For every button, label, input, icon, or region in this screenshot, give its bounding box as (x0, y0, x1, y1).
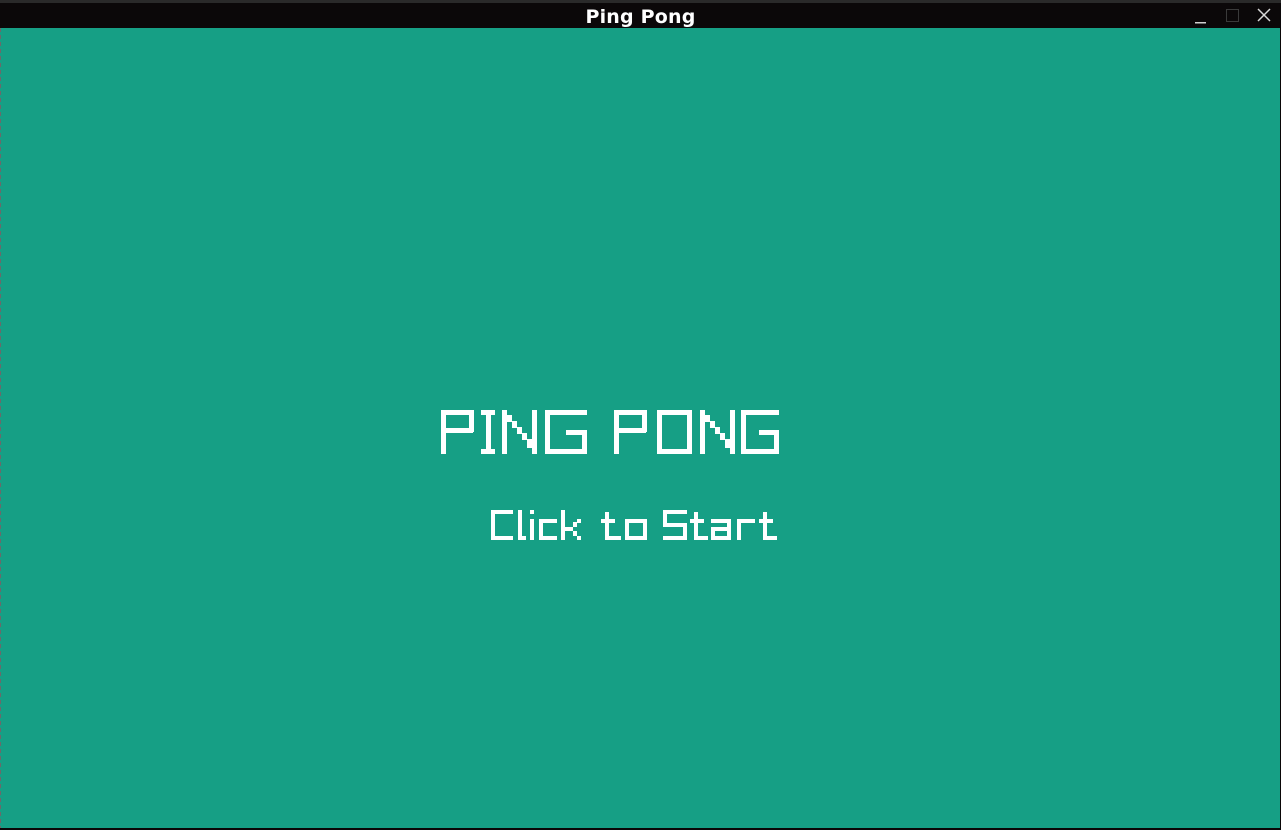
minimize-icon (1195, 22, 1206, 24)
minimize-button[interactable] (1190, 6, 1212, 26)
game-title-pixels (441, 410, 779, 454)
close-icon (1257, 8, 1271, 22)
title-bar[interactable]: Ping Pong (0, 0, 1281, 28)
maximize-icon (1226, 9, 1239, 22)
game-canvas[interactable]: PING PONG (1, 28, 1280, 828)
start-prompt-pixels (491, 510, 777, 540)
window-title: Ping Pong (585, 6, 696, 28)
game-window: Ping Pong PING PONG (0, 0, 1281, 830)
start-prompt[interactable]: Click to Start (491, 508, 777, 542)
close-button[interactable] (1254, 6, 1276, 26)
maximize-button[interactable] (1222, 6, 1244, 26)
game-title: PING PONG (441, 406, 781, 458)
